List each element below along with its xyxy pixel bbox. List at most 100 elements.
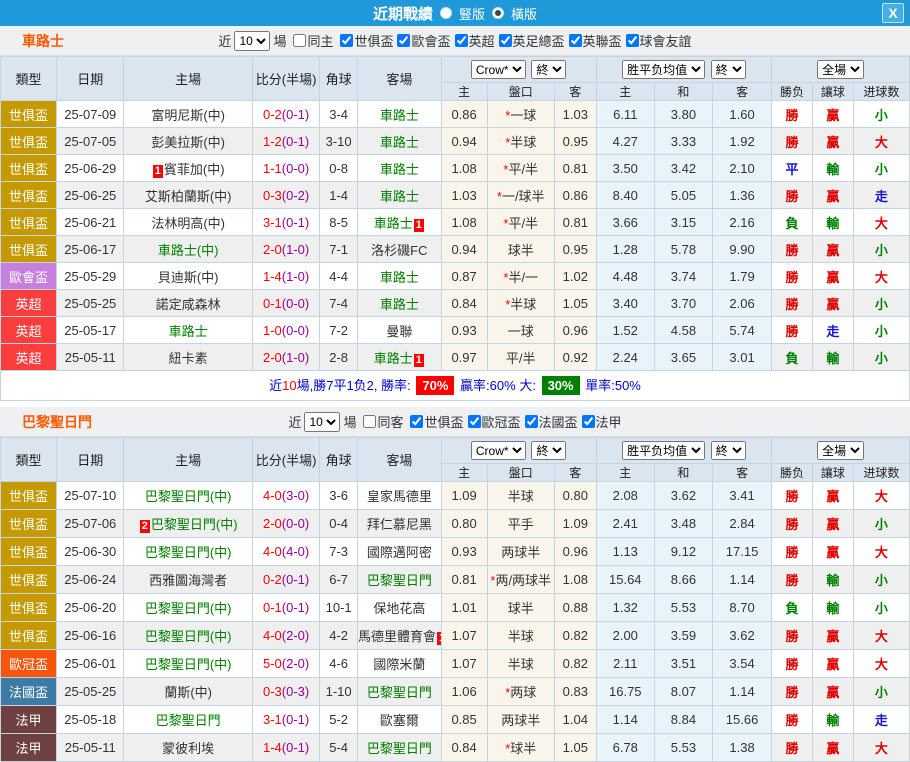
summary-record: 場,勝7平1负2, 勝率: bbox=[297, 378, 411, 393]
avg-type-select[interactable]: 胜平负均值 bbox=[622, 441, 705, 460]
home-odds: 0.94 bbox=[451, 242, 476, 257]
avg-type-select[interactable]: 胜平负均值 bbox=[622, 60, 705, 79]
games-label: 場 bbox=[343, 412, 356, 431]
league-checkbox[interactable] bbox=[525, 415, 538, 428]
layout-radio-vertical-label[interactable]: 豎版 bbox=[459, 4, 485, 23]
handicap-name: 一/球半 bbox=[502, 189, 545, 204]
recent-count-select[interactable]: 10 bbox=[304, 412, 340, 432]
league-checkbox[interactable] bbox=[468, 415, 481, 428]
home-team-name: 賓菲加(中) bbox=[164, 162, 225, 177]
home-odds: 0.80 bbox=[451, 516, 476, 531]
league-checkbox[interactable] bbox=[499, 34, 512, 47]
league-filter: 英足總盃 bbox=[495, 31, 565, 50]
league-checkbox[interactable] bbox=[397, 34, 410, 47]
home-odds: 1.06 bbox=[451, 684, 476, 699]
match-date: 25-07-09 bbox=[64, 107, 116, 122]
match-row: 世俱盃25-06-20巴黎聖日門(中)0-1(0-1)10-1保地花高1.01球… bbox=[1, 594, 910, 622]
corner-cell: 5-2 bbox=[320, 706, 358, 734]
same-venue-checkbox[interactable] bbox=[363, 415, 376, 428]
corner-score: 1-4 bbox=[329, 188, 348, 203]
avg-time-select[interactable]: 終 bbox=[711, 60, 746, 79]
avg-draw: 3.42 bbox=[671, 161, 696, 176]
league-checkbox[interactable] bbox=[410, 415, 423, 428]
result-wdl: 勝 bbox=[786, 545, 799, 560]
halftime-score: (0-0) bbox=[282, 323, 309, 338]
handicap-name: 球半 bbox=[510, 741, 536, 756]
corner-score: 4-4 bbox=[329, 269, 348, 284]
layout-radio-vertical[interactable] bbox=[440, 7, 452, 19]
result-goals-cell: 小 bbox=[853, 510, 909, 538]
result-goals-cell: 大 bbox=[853, 538, 909, 566]
fulltime-score: 4-0 bbox=[263, 544, 282, 559]
match-date-cell: 25-07-06 bbox=[57, 510, 124, 538]
scope-select[interactable]: 全場 bbox=[817, 441, 864, 460]
layout-radio-horizontal-label[interactable]: 橫版 bbox=[511, 4, 537, 23]
layout-radio-horizontal[interactable] bbox=[492, 7, 504, 19]
league-checkbox[interactable] bbox=[340, 34, 353, 47]
odds-time-select[interactable]: 終 bbox=[531, 60, 566, 79]
recent-count-select[interactable]: 10 bbox=[234, 31, 270, 51]
league-type-label: 世俱盃 bbox=[9, 189, 48, 204]
away-team-cell: 馬德里體育會1 bbox=[358, 622, 442, 650]
odds-time-select[interactable]: 終 bbox=[531, 441, 566, 460]
league-checkbox[interactable] bbox=[455, 34, 468, 47]
league-checkbox-label: 英足總盃 bbox=[513, 31, 565, 50]
result-handicap: 贏 bbox=[826, 685, 839, 700]
result-wdl: 負 bbox=[786, 601, 799, 616]
avg-home: 15.64 bbox=[609, 572, 642, 587]
odds-source-select[interactable]: Crow* bbox=[471, 60, 526, 79]
result-goals-cell: 小 bbox=[853, 101, 909, 128]
match-date: 25-06-20 bbox=[64, 600, 116, 615]
league-checkbox[interactable] bbox=[569, 34, 582, 47]
league-type-cell: 歐冠盃 bbox=[1, 650, 57, 678]
match-row: 英超25-05-11紐卡素2-0(1-0)2-8車路士10.97平/半0.922… bbox=[1, 344, 910, 371]
handicap-cell: *半/一 bbox=[487, 263, 554, 290]
result-wdl-cell: 負 bbox=[772, 344, 813, 371]
result-wdl-cell: 勝 bbox=[772, 101, 813, 128]
scope-select[interactable]: 全場 bbox=[817, 60, 864, 79]
result-goals: 大 bbox=[875, 216, 888, 231]
corner-cell: 7-1 bbox=[320, 236, 358, 263]
result-handicap-cell: 輸 bbox=[812, 594, 853, 622]
home-team-cell: 蘭斯(中) bbox=[124, 678, 253, 706]
fulltime-score: 0-3 bbox=[263, 188, 282, 203]
away-odds: 0.80 bbox=[563, 488, 588, 503]
home-odds: 0.87 bbox=[451, 269, 476, 284]
league-type-label: 法甲 bbox=[16, 713, 42, 728]
handicap-name: 平手 bbox=[508, 517, 534, 532]
league-type-label: 歐冠盃 bbox=[9, 657, 48, 672]
team-name: 車路士 bbox=[22, 31, 64, 51]
match-date: 25-06-01 bbox=[64, 656, 116, 671]
fulltime-score: 3-1 bbox=[263, 215, 282, 230]
result-goals-cell: 大 bbox=[853, 128, 909, 155]
corner-score: 8-5 bbox=[329, 215, 348, 230]
result-handicap: 輸 bbox=[826, 216, 839, 231]
odd-rate-label: 單率: bbox=[585, 378, 615, 393]
avg-time-select[interactable]: 終 bbox=[711, 441, 746, 460]
league-type-label: 法甲 bbox=[16, 741, 42, 756]
match-date: 25-05-25 bbox=[64, 296, 116, 311]
home-odds: 0.93 bbox=[451, 323, 476, 338]
score-cell: 0-1(0-0) bbox=[252, 290, 319, 317]
league-type-cell: 世俱盃 bbox=[1, 482, 57, 510]
col-avg-draw: 和 bbox=[654, 83, 712, 101]
same-venue-checkbox[interactable] bbox=[293, 34, 306, 47]
handicap-cell: 半球 bbox=[487, 650, 554, 678]
scope-group-header: 全場 bbox=[772, 438, 910, 464]
fulltime-score: 1-1 bbox=[263, 161, 282, 176]
match-date: 25-07-05 bbox=[64, 134, 116, 149]
league-checkbox[interactable] bbox=[582, 415, 595, 428]
handicap-cell: *两/两球半 bbox=[487, 566, 554, 594]
away-odds-cell: 0.83 bbox=[554, 678, 596, 706]
match-date-cell: 25-07-10 bbox=[57, 482, 124, 510]
league-checkbox[interactable] bbox=[626, 34, 639, 47]
league-checkbox-label: 歐冠盃 bbox=[482, 412, 521, 431]
odds-source-select[interactable]: Crow* bbox=[471, 441, 526, 460]
score-cell: 1-0(0-0) bbox=[252, 317, 319, 344]
team-name: 巴黎聖日門 bbox=[22, 412, 92, 432]
avg-home-cell: 2.11 bbox=[596, 650, 654, 678]
avg-away-cell: 2.84 bbox=[712, 510, 771, 538]
match-date: 25-05-25 bbox=[64, 684, 116, 699]
close-button[interactable]: X bbox=[882, 3, 904, 23]
league-filter: 法國盃 bbox=[521, 412, 578, 431]
